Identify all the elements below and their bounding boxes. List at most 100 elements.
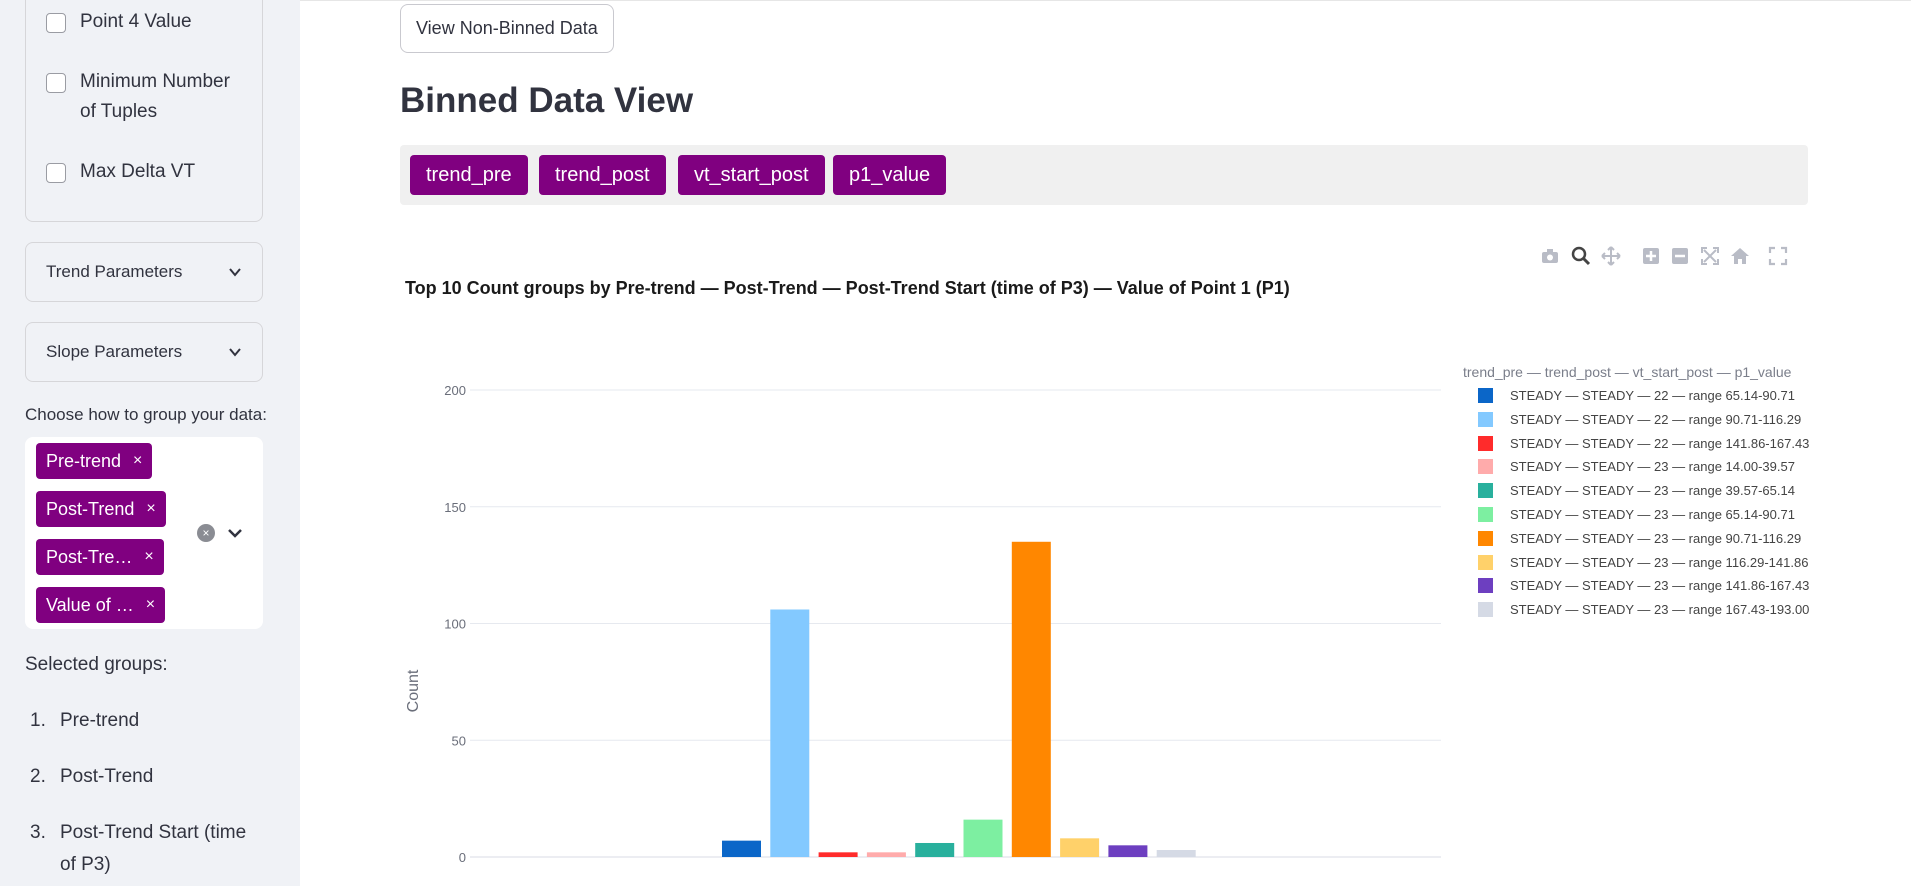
bar[interactable]	[1011, 541, 1051, 857]
legend-item[interactable]: STEADY — STEADY — 23 — range 116.29-141.…	[1478, 554, 1809, 570]
legend-swatch	[1478, 435, 1493, 451]
list-item: 1. Pre-trend	[30, 705, 260, 737]
bar[interactable]	[1108, 845, 1148, 857]
bar[interactable]	[915, 842, 955, 857]
chip-label: Pre-trend	[46, 450, 122, 471]
zoom-icon[interactable]	[1570, 245, 1592, 267]
chip-label: Post-Trend	[46, 498, 135, 519]
chip-label: Value of …	[46, 594, 134, 615]
bar[interactable]	[722, 840, 761, 857]
list-item: 2. Post-Trend	[30, 761, 260, 793]
expander-label: Trend Parameters	[46, 262, 183, 281]
list-item-label: Pre-trend	[60, 710, 140, 731]
y-axis-title: Count	[405, 669, 422, 712]
legend-swatch	[1478, 530, 1493, 546]
bar[interactable]	[1060, 838, 1100, 857]
zoom-in-icon[interactable]	[1640, 245, 1662, 267]
y-tick-label: 50	[452, 733, 466, 748]
list-item-label: Post-Trend Start (time of P3)	[60, 822, 247, 875]
list-item: 3. Post-Trend Start (time of P3)	[30, 817, 260, 881]
bar[interactable]	[818, 852, 858, 857]
checkbox-box[interactable]	[46, 13, 66, 33]
filter-checkbox-group: Point 4 Value Minimum Number of Tuples M…	[25, 0, 263, 222]
bar[interactable]	[866, 852, 906, 857]
selected-groups-title: Selected groups:	[25, 654, 168, 675]
main-content: View Non-Binned Data Binned Data View tr…	[300, 0, 1911, 886]
legend-label: STEADY — STEADY — 22 — range 90.71-116.2…	[1510, 411, 1802, 427]
sidebar: Point 4 Value Minimum Number of Tuples M…	[0, 0, 300, 886]
chip-value-of-point-1: Value of … ×	[36, 587, 166, 623]
fullscreen-icon[interactable]	[1767, 245, 1789, 267]
chip-remove-icon[interactable]: ×	[146, 500, 155, 518]
camera-icon[interactable]	[1539, 245, 1561, 267]
expander-slope-parameters[interactable]: Slope Parameters	[25, 322, 263, 382]
legend-label: STEADY — STEADY — 22 — range 141.86-167.…	[1510, 435, 1810, 451]
y-tick-label: 100	[444, 617, 466, 632]
bar[interactable]	[963, 819, 1003, 857]
legend-item[interactable]: STEADY — STEADY — 23 — range 39.57-65.14	[1478, 483, 1795, 499]
pan-icon[interactable]	[1600, 245, 1622, 267]
checkbox-label: Minimum Number of Tuples	[80, 71, 230, 122]
legend-label: STEADY — STEADY — 23 — range 14.00-39.57	[1510, 459, 1795, 475]
clear-all-icon[interactable]: ×	[197, 524, 215, 542]
legend-label: STEADY — STEADY — 23 — range 116.29-141.…	[1510, 554, 1809, 570]
chart-bars	[722, 541, 1196, 857]
legend-item[interactable]: STEADY — STEADY — 23 — range 90.71-116.2…	[1478, 530, 1802, 546]
group-by-multiselect[interactable]: Pre-trend × Post-Trend × Post-Tre… × Val…	[25, 437, 263, 629]
legend-swatch	[1478, 388, 1493, 403]
bar[interactable]	[1156, 849, 1196, 857]
list-item-number: 3.	[30, 822, 46, 843]
chart-gridlines: 0 50 100 150 200	[444, 383, 1441, 865]
legend-label: STEADY — STEADY — 23 — range 90.71-116.2…	[1510, 530, 1802, 546]
zoom-out-icon[interactable]	[1669, 245, 1691, 267]
legend-label: STEADY — STEADY — 23 — range 167.43-193.…	[1510, 602, 1810, 618]
legend-item[interactable]: STEADY — STEADY — 23 — range 65.14-90.71	[1478, 507, 1795, 522]
legend-label: STEADY — STEADY — 23 — range 141.86-167.…	[1510, 578, 1810, 594]
legend-item[interactable]: STEADY — STEADY — 22 — range 65.14-90.71	[1478, 388, 1795, 403]
group-by-label: Choose how to group your data:	[25, 405, 267, 424]
y-tick-label: 200	[444, 383, 466, 398]
legend-label: STEADY — STEADY — 22 — range 65.14-90.71	[1510, 388, 1795, 403]
legend-swatch	[1478, 602, 1493, 618]
legend-swatch	[1478, 578, 1493, 594]
list-item-label: Post-Trend	[60, 766, 154, 787]
checkbox-min-number-of-tuples[interactable]: Minimum Number of Tuples	[46, 71, 250, 127]
legend-title: trend_pre — trend_post — vt_start_post —…	[1463, 364, 1792, 380]
legend-item[interactable]: STEADY — STEADY — 23 — range 14.00-39.57	[1478, 459, 1795, 475]
app-root: Point 4 Value Minimum Number of Tuples M…	[0, 0, 1911, 886]
expander-trend-parameters[interactable]: Trend Parameters	[25, 242, 263, 302]
legend-item[interactable]: STEADY — STEADY — 23 — range 167.43-193.…	[1478, 602, 1810, 618]
expander-label: Slope Parameters	[46, 342, 183, 361]
list-item-number: 1.	[30, 710, 46, 731]
checkbox-box[interactable]	[46, 163, 66, 183]
checkbox-point-4-value[interactable]: Point 4 Value	[46, 11, 250, 37]
checkbox-label: Point 4 Value	[80, 11, 192, 32]
legend-label: STEADY — STEADY — 23 — range 65.14-90.71	[1510, 507, 1795, 522]
legend-label: STEADY — STEADY — 23 — range 39.57-65.14	[1510, 483, 1795, 499]
chip-pre-trend: Pre-trend ×	[36, 443, 153, 479]
chevron-down-icon	[229, 268, 241, 277]
legend-item[interactable]: STEADY — STEADY — 23 — range 141.86-167.…	[1478, 578, 1810, 594]
reset-axes-icon[interactable]	[1729, 245, 1751, 267]
checkbox-box[interactable]	[46, 73, 66, 93]
chevron-down-icon[interactable]	[227, 526, 243, 540]
bar[interactable]	[770, 609, 810, 857]
legend-swatch	[1478, 459, 1493, 475]
legend-swatch	[1478, 554, 1493, 570]
chip-remove-icon[interactable]: ×	[146, 596, 155, 614]
autoscale-icon[interactable]	[1699, 245, 1721, 267]
checkbox-max-delta-vt[interactable]: Max Delta VT	[46, 161, 250, 187]
y-tick-label: 150	[444, 500, 466, 515]
chip-post-trend: Post-Trend ×	[36, 491, 166, 527]
checkbox-label: Max Delta VT	[80, 161, 196, 182]
bar-chart: 0 50 100 150 200 Count	[405, 383, 1441, 865]
chip-label: Post-Tre…	[46, 546, 133, 567]
legend-item[interactable]: STEADY — STEADY — 22 — range 141.86-167.…	[1478, 435, 1810, 451]
legend-swatch	[1478, 507, 1493, 522]
chip-post-trend-start: Post-Tre… ×	[36, 539, 164, 575]
chip-remove-icon[interactable]: ×	[133, 452, 142, 470]
y-tick-label: 0	[459, 850, 466, 865]
legend-item[interactable]: STEADY — STEADY — 22 — range 90.71-116.2…	[1478, 411, 1802, 427]
legend-swatch	[1478, 411, 1493, 427]
chip-remove-icon[interactable]: ×	[144, 548, 153, 566]
